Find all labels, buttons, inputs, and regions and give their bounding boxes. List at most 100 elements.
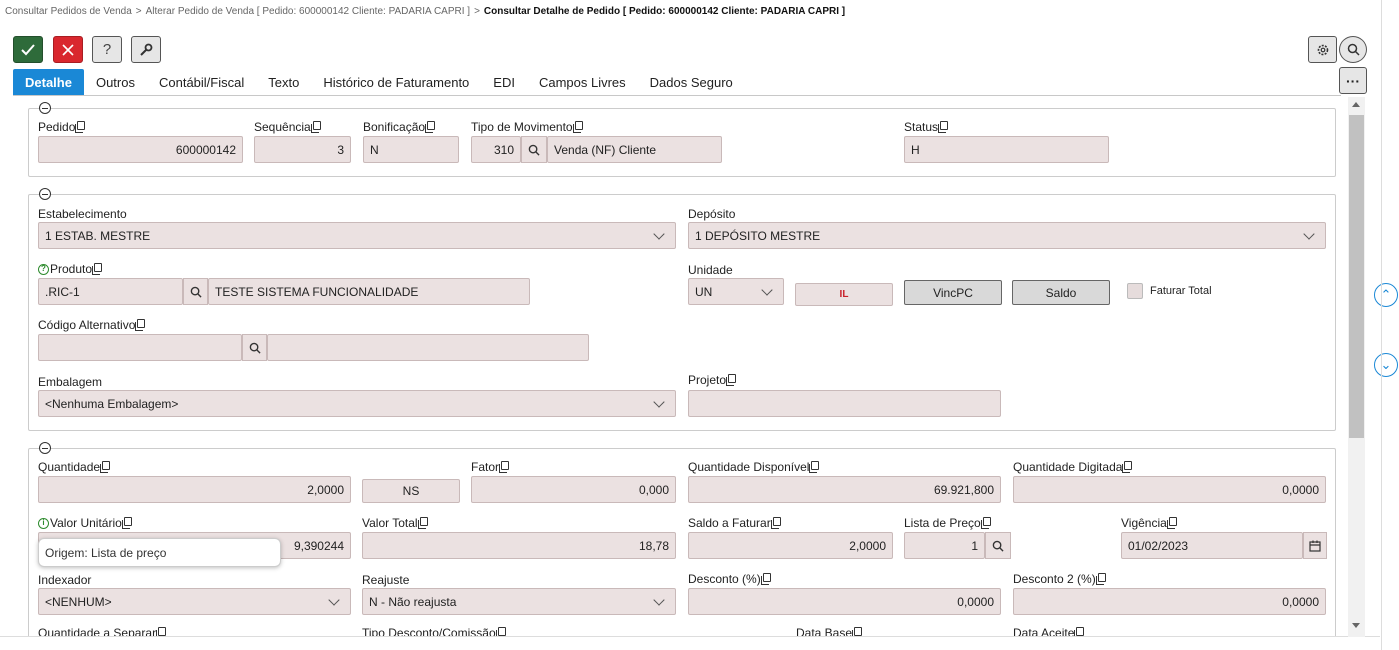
saldo-faturar-field[interactable]: 2,0000 <box>688 532 893 559</box>
copy-icon[interactable] <box>495 627 506 636</box>
collapse-icon[interactable] <box>39 188 51 200</box>
fator-field[interactable]: 0,000 <box>471 476 676 503</box>
collapse-icon[interactable] <box>39 442 51 454</box>
quantidade-disponivel-field[interactable]: 69.921,800 <box>688 476 1001 503</box>
estabelecimento-select[interactable]: 1 ESTAB. MESTRE <box>38 222 676 249</box>
copy-icon[interactable] <box>121 517 132 530</box>
breadcrumb-separator: > <box>135 6 142 17</box>
sequencia-field[interactable]: 3 <box>254 136 351 163</box>
confirm-button[interactable] <box>13 36 43 63</box>
lista-preco-field[interactable]: 1 <box>904 532 985 559</box>
quantidade-label: Quantidade <box>38 460 111 474</box>
vigencia-calendar-button[interactable] <box>1303 532 1327 559</box>
search-icon <box>190 286 202 298</box>
copy-icon[interactable] <box>100 461 111 474</box>
copy-icon[interactable] <box>425 121 436 134</box>
copy-icon[interactable] <box>92 263 103 276</box>
quantidade-field[interactable]: 2,0000 <box>38 476 351 503</box>
produto-desc-field[interactable]: TESTE SISTEMA FUNCIONALIDADE <box>208 278 530 305</box>
tab-campos-livres[interactable]: Campos Livres <box>527 69 638 95</box>
copy-icon[interactable] <box>1122 461 1133 474</box>
chevron-down-icon <box>653 396 665 408</box>
cancel-button[interactable] <box>53 36 83 63</box>
copy-icon[interactable] <box>726 374 737 387</box>
projeto-field[interactable] <box>688 390 1001 417</box>
scroll-up-arrow-icon[interactable] <box>1352 102 1360 107</box>
search-button[interactable] <box>1339 36 1367 63</box>
vincpc-button[interactable]: VincPC <box>904 280 1002 305</box>
copy-icon[interactable] <box>770 517 781 530</box>
desconto-label: Desconto (%) <box>688 572 771 586</box>
reajuste-select[interactable]: N - Não reajusta <box>362 588 676 615</box>
bonificacao-field[interactable]: N <box>363 136 459 163</box>
vigencia-field[interactable]: 01/02/2023 <box>1121 532 1303 559</box>
il-button[interactable]: IL <box>795 283 893 306</box>
scrollbar-thumb[interactable] <box>1349 115 1364 438</box>
codigo-alternativo-field[interactable] <box>38 334 242 361</box>
help-circle-icon[interactable]: ? <box>38 264 49 276</box>
tab-outros[interactable]: Outros <box>84 69 147 95</box>
breadcrumb-item-alterar-pedido[interactable]: Alterar Pedido de Venda [ Pedido: 600000… <box>146 6 470 17</box>
embalagem-select[interactable]: <Nenhuma Embalagem> <box>38 390 676 417</box>
desconto-field[interactable]: 0,0000 <box>688 588 1001 615</box>
collapse-icon[interactable] <box>39 102 51 114</box>
tab-contabil-fiscal[interactable]: Contábil/Fiscal <box>147 69 256 95</box>
codigo-alternativo-search-button[interactable] <box>242 334 267 361</box>
origin-tooltip: Origem: Lista de preço <box>38 538 281 567</box>
indexador-select[interactable]: <NENHUM> <box>38 588 351 615</box>
info-icon[interactable]: i <box>38 518 49 530</box>
valor-unitario-label: i Valor Unitário <box>38 516 132 530</box>
tipo-desconto-comissao-label: Tipo Desconto/Comissão <box>362 626 506 636</box>
copy-icon[interactable] <box>156 627 167 636</box>
copy-icon[interactable] <box>1166 517 1177 530</box>
lista-preco-search-button[interactable] <box>985 532 1011 559</box>
status-field[interactable]: H <box>904 136 1109 163</box>
sequencia-label: Sequência <box>254 120 321 134</box>
produto-search-button[interactable] <box>183 278 208 305</box>
deposito-select[interactable]: 1 DEPÓSITO MESTRE <box>688 222 1326 249</box>
unidade-select[interactable]: UN <box>688 278 784 305</box>
codigo-alternativo-desc-field[interactable] <box>267 334 589 361</box>
copy-icon[interactable] <box>1095 573 1106 586</box>
tipo-movimento-code-field[interactable]: 310 <box>471 136 521 163</box>
copy-icon[interactable] <box>1074 627 1085 636</box>
copy-icon[interactable] <box>572 121 583 134</box>
bottom-row-clip: Quantidade a Separar Tipo Desconto/Comis… <box>0 626 1346 636</box>
scroll-top-button[interactable]: ⌃ <box>1374 283 1398 307</box>
desconto2-field[interactable]: 0,0000 <box>1013 588 1326 615</box>
double-chevron-up-icon: ⌃ <box>1380 287 1392 302</box>
more-options-button[interactable]: ··· <box>1339 67 1367 94</box>
copy-icon[interactable] <box>75 121 86 134</box>
produto-code-field[interactable]: .RIC-1 <box>38 278 183 305</box>
tab-historico-faturamento[interactable]: Histórico de Faturamento <box>311 69 481 95</box>
copy-icon[interactable] <box>135 319 146 332</box>
tools-button[interactable] <box>131 36 161 63</box>
valor-total-field[interactable]: 18,78 <box>362 532 676 559</box>
ns-button[interactable]: NS <box>362 479 460 503</box>
saldo-button[interactable]: Saldo <box>1012 280 1110 305</box>
copy-icon[interactable] <box>417 517 428 530</box>
breadcrumb-item-consultar-pedidos[interactable]: Consultar Pedidos de Venda <box>5 6 132 17</box>
settings-button[interactable] <box>1308 36 1337 63</box>
copy-icon[interactable] <box>760 573 771 586</box>
tipo-movimento-search-button[interactable] <box>521 136 547 163</box>
scroll-down-arrow-icon[interactable] <box>1352 623 1360 628</box>
help-button[interactable]: ? <box>92 36 122 63</box>
tab-dados-seguro[interactable]: Dados Seguro <box>638 69 745 95</box>
tab-texto[interactable]: Texto <box>256 69 311 95</box>
pedido-field[interactable]: 600000142 <box>38 136 243 163</box>
copy-icon[interactable] <box>310 121 321 134</box>
tipo-movimento-desc-field[interactable]: Venda (NF) Cliente <box>547 136 722 163</box>
copy-icon[interactable] <box>499 461 510 474</box>
scroll-bottom-button[interactable]: ⌄ <box>1374 353 1398 377</box>
tab-edi[interactable]: EDI <box>481 69 527 95</box>
copy-icon[interactable] <box>809 461 820 474</box>
faturar-total-checkbox[interactable] <box>1127 283 1143 299</box>
estabelecimento-label: Estabelecimento <box>38 207 127 221</box>
tab-detalhe[interactable]: Detalhe <box>13 69 84 95</box>
copy-icon[interactable] <box>980 517 991 530</box>
copy-icon[interactable] <box>852 627 863 636</box>
quantidade-digitada-field[interactable]: 0,0000 <box>1013 476 1326 503</box>
copy-icon[interactable] <box>938 121 949 134</box>
indexador-label: Indexador <box>38 573 92 587</box>
